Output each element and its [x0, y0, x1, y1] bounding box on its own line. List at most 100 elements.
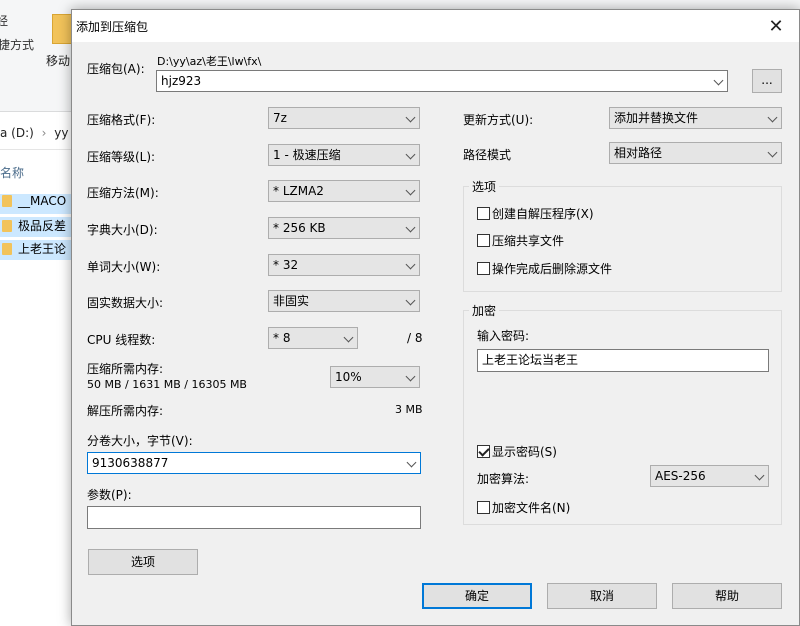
update-select[interactable]: 添加并替换文件: [609, 107, 782, 129]
encrypt-filenames-checkbox[interactable]: 加密文件名(N): [477, 499, 570, 516]
folder-icon: [2, 220, 12, 232]
mem-comp-label: 压缩所需内存:: [87, 362, 164, 376]
chevron-down-icon: [405, 185, 416, 196]
folder-icon: [2, 195, 12, 207]
archive-name-combo[interactable]: hjz923: [156, 70, 728, 92]
archive-name-value: hjz923: [161, 74, 202, 88]
move-button-label[interactable]: 移动: [46, 52, 70, 69]
compress-shared-label: 压缩共享文件: [492, 234, 565, 248]
delete-after-label: 操作完成后删除源文件: [492, 262, 613, 276]
list-item-label: 上老王论: [18, 242, 67, 256]
folder-icon: [2, 243, 12, 255]
cpu-select[interactable]: * 8: [268, 327, 358, 349]
dict-select[interactable]: * 256 KB: [268, 217, 420, 239]
address-drive[interactable]: a (D:): [0, 126, 34, 140]
create-sfx-checkbox[interactable]: 创建自解压程序(X): [477, 205, 594, 222]
cancel-button[interactable]: 取消: [547, 583, 657, 609]
chevron-down-icon: [405, 222, 416, 233]
level-label: 压缩等级(L):: [87, 150, 156, 164]
encrypt-method-label: 加密算法:: [477, 472, 530, 486]
help-button[interactable]: 帮助: [672, 583, 782, 609]
split-label: 分卷大小，字节(V):: [87, 434, 193, 448]
ok-button[interactable]: 确定: [422, 583, 532, 609]
close-icon: ✕: [768, 15, 784, 37]
list-item[interactable]: __MACO: [0, 194, 72, 214]
dialog-titlebar[interactable]: 添加到压缩包 ✕: [72, 10, 799, 42]
compress-shared-checkbox[interactable]: 压缩共享文件: [477, 232, 564, 249]
options-button[interactable]: 选项: [88, 549, 198, 575]
path-mode-select[interactable]: 相对路径: [609, 142, 782, 164]
format-value: 7z: [273, 111, 287, 125]
chevron-down-icon: [405, 371, 416, 382]
address-folder[interactable]: yy: [54, 126, 68, 140]
close-button[interactable]: ✕: [753, 10, 799, 42]
chevron-down-icon: [405, 112, 416, 123]
path-mode-label: 路径模式: [463, 148, 512, 162]
word-value: * 32: [273, 258, 299, 272]
options-group-title: 选项: [469, 178, 500, 195]
encrypt-method-value: AES-256: [655, 469, 706, 483]
create-sfx-label: 创建自解压程序(X): [492, 207, 594, 221]
dict-value: * 256 KB: [273, 221, 326, 235]
list-item-label: __MACO: [18, 194, 67, 208]
cpu-value: * 8: [273, 331, 291, 345]
delete-after-checkbox[interactable]: 操作完成后删除源文件: [477, 260, 612, 277]
chevron-down-icon: [405, 149, 416, 160]
browse-button[interactable]: ...: [752, 69, 782, 93]
add-to-archive-dialog: 添加到压缩包 ✕ 压缩包(A): D:\yy\az\老王\lw\fx\ hjz9…: [71, 9, 800, 626]
cpu-label: CPU 线程数:: [87, 333, 156, 347]
archive-label: 压缩包(A):: [87, 62, 145, 76]
split-size-combo[interactable]: 9130638877: [87, 452, 421, 474]
show-password-checkbox[interactable]: 显示密码(S): [477, 443, 557, 460]
list-item[interactable]: 极品反差: [0, 217, 72, 237]
address-breadcrumb[interactable]: a (D:) › yy: [0, 126, 69, 140]
checkbox-checked-icon: [477, 445, 490, 458]
cpu-total: / 8: [407, 331, 423, 345]
list-item-label: 极品反差: [18, 219, 67, 233]
word-select[interactable]: * 32: [268, 254, 420, 276]
dialog-title: 添加到压缩包: [76, 20, 149, 34]
checkbox-icon: [477, 262, 490, 275]
ribbon-text: 经: [0, 14, 9, 28]
encryption-group-title: 加密: [469, 302, 500, 319]
method-select[interactable]: * LZMA2: [268, 180, 420, 202]
chevron-down-icon: [343, 332, 354, 343]
chevron-down-icon: [713, 75, 724, 86]
format-select[interactable]: 7z: [268, 107, 420, 129]
encrypt-filenames-label: 加密文件名(N): [492, 501, 571, 515]
mem-comp-detail: 50 MB / 1631 MB / 16305 MB: [87, 378, 247, 391]
word-label: 单词大小(W):: [87, 260, 161, 274]
format-label: 压缩格式(F):: [87, 113, 156, 127]
chevron-down-icon: [406, 457, 417, 468]
mem-comp-select[interactable]: 10%: [330, 366, 420, 388]
params-input[interactable]: [87, 506, 421, 529]
chevron-right-icon: ›: [41, 126, 47, 140]
chevron-down-icon: [405, 259, 416, 270]
checkbox-icon: [477, 501, 490, 514]
solid-label: 固实数据大小:: [87, 296, 164, 310]
encrypt-method-select[interactable]: AES-256: [650, 465, 769, 487]
dict-label: 字典大小(D):: [87, 223, 158, 237]
update-label: 更新方式(U):: [463, 113, 534, 127]
ribbon-shortcut-text[interactable]: 捷方式: [0, 36, 34, 53]
archive-path: D:\yy\az\老王\lw\fx\: [157, 55, 262, 68]
chevron-down-icon: [767, 147, 778, 158]
update-value: 添加并替换文件: [614, 111, 699, 125]
level-value: 1 - 极速压缩: [273, 148, 341, 162]
solid-select[interactable]: 非固实: [268, 290, 420, 312]
mem-decomp-label: 解压所需内存:: [87, 404, 164, 418]
solid-value: 非固实: [273, 294, 310, 308]
chevron-down-icon: [767, 112, 778, 123]
method-label: 压缩方法(M):: [87, 186, 159, 200]
level-select[interactable]: 1 - 极速压缩: [268, 144, 420, 166]
list-item[interactable]: 上老王论: [0, 240, 72, 260]
checkbox-icon: [477, 234, 490, 247]
chevron-down-icon: [754, 470, 765, 481]
column-header-name[interactable]: 名称: [0, 164, 24, 181]
method-value: * LZMA2: [273, 184, 324, 198]
chevron-down-icon: [405, 295, 416, 306]
checkbox-icon: [477, 207, 490, 220]
password-input[interactable]: 上老王论坛当老王: [477, 349, 769, 372]
show-password-label: 显示密码(S): [492, 445, 557, 459]
split-size-value: 9130638877: [92, 456, 169, 470]
